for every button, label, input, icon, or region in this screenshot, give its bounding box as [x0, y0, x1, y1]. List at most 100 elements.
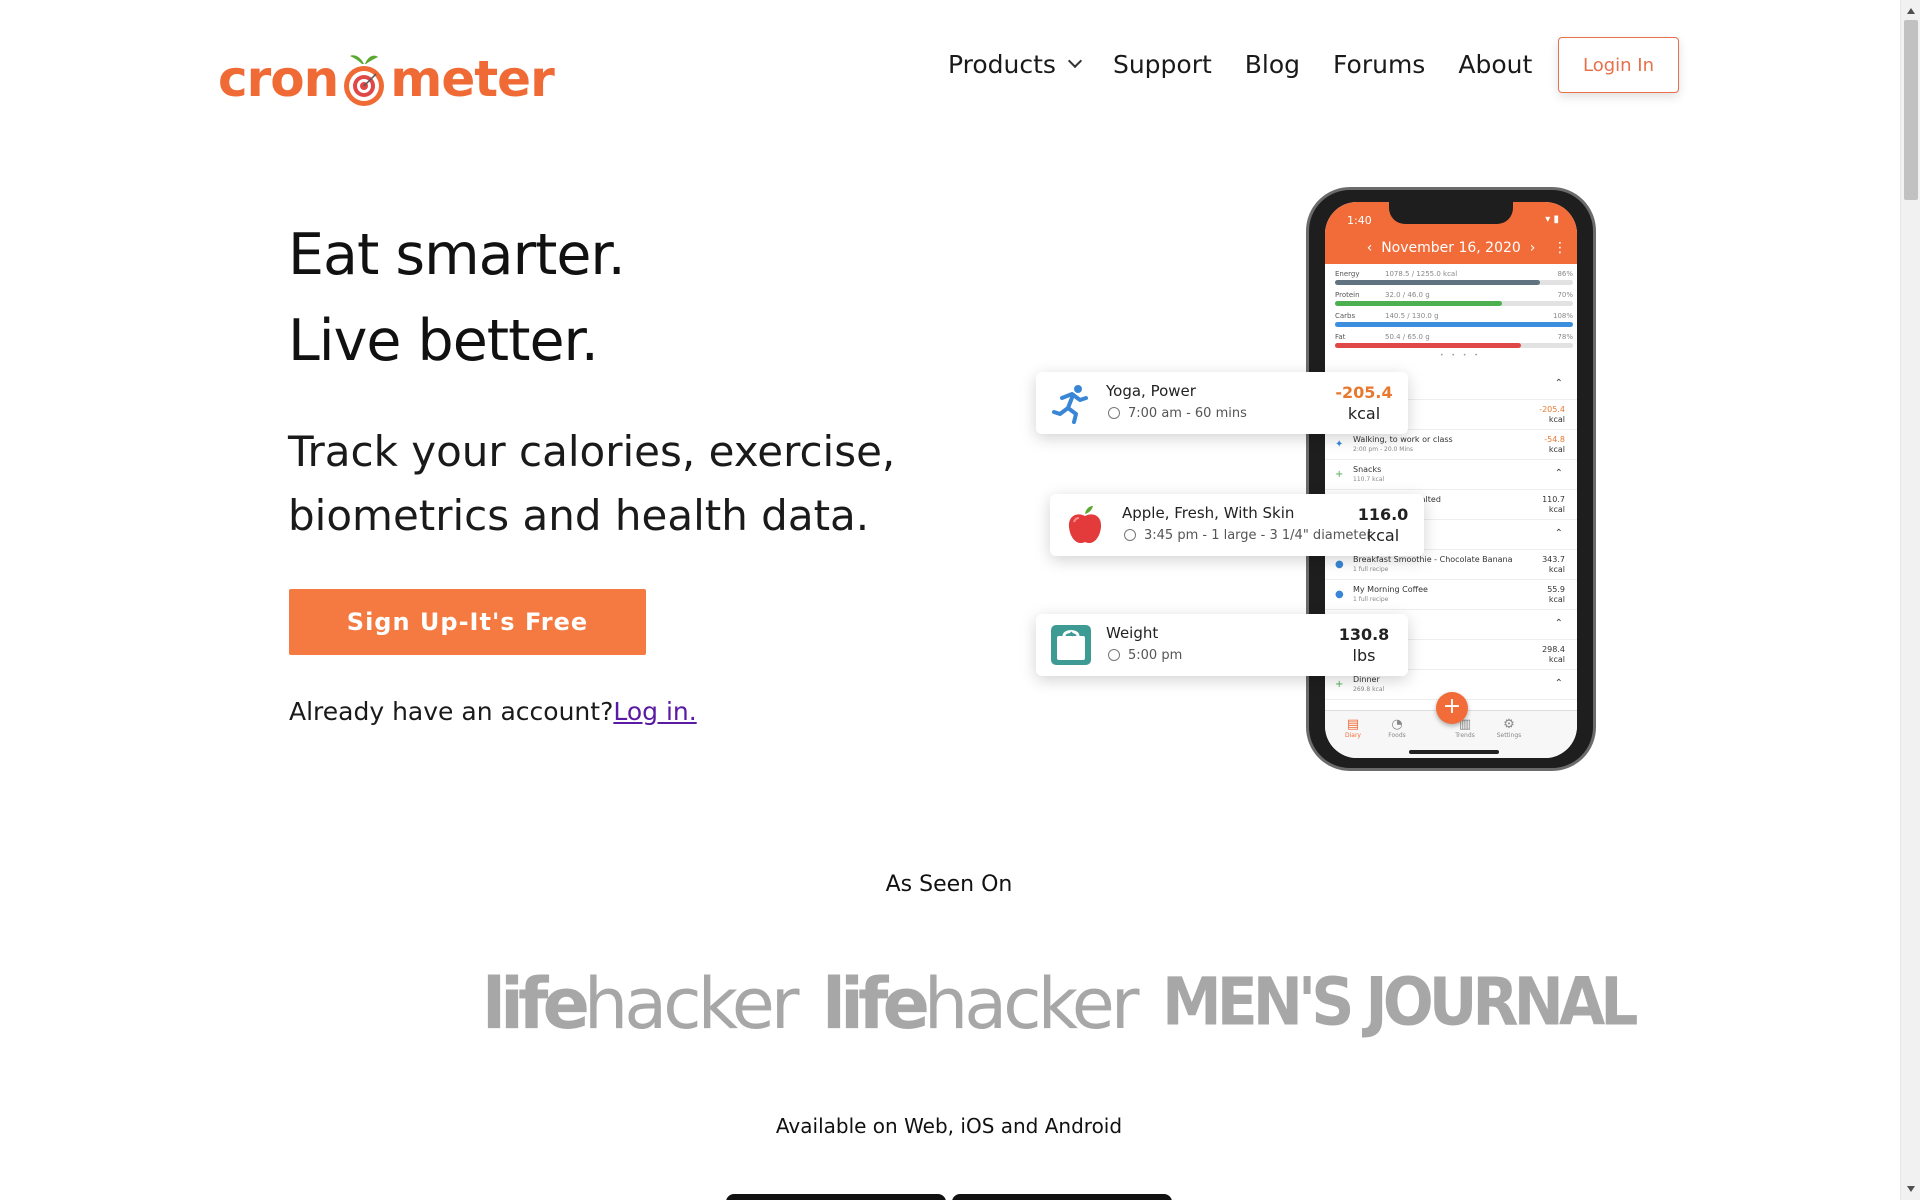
card-food-value: 116.0 kcal	[1348, 504, 1418, 546]
diary-row[interactable]: ● My Morning Coffee 1 full recipe 55.9 kcal	[1325, 580, 1577, 610]
target-label: Energy	[1335, 270, 1360, 278]
recipe-icon: ●	[1335, 559, 1344, 570]
diary-row-name: Snacks	[1353, 465, 1382, 474]
nav-forums[interactable]: Forums	[1333, 50, 1425, 79]
tab-foods[interactable]: ◔ Foods	[1377, 717, 1417, 739]
page-scrollbar[interactable]	[1900, 0, 1920, 1200]
scale-icon	[1051, 625, 1091, 665]
diary-row-name: Dinner	[1353, 675, 1380, 684]
nav-support[interactable]: Support	[1113, 50, 1212, 79]
nutrition-targets: Energy 1078.5 / 1255.0 kcal 86% Protein 32.0…	[1335, 270, 1573, 354]
card-biometric-sub: 5:00 pm	[1108, 648, 1182, 663]
nav-blog[interactable]: Blog	[1245, 50, 1300, 79]
target-percent: 70%	[1557, 291, 1573, 299]
availability-text: Available on Web, iOS and Android	[775, 1114, 1123, 1138]
login-link[interactable]: Log in.	[613, 697, 696, 726]
target-label: Fat	[1335, 333, 1346, 341]
collapse-caret-icon[interactable]: ⌃	[1555, 528, 1563, 539]
target-value: 1078.5 / 1255.0 kcal	[1385, 270, 1458, 278]
diary-row-name: My Morning Coffee	[1353, 585, 1428, 594]
diary-row-value: 55.9 kcal	[1547, 585, 1565, 604]
target-row: Fat 50.4 / 65.0 g 78%	[1335, 333, 1573, 354]
logo-text-end: meter	[390, 50, 554, 108]
diary-row-value: 298.4 kcal	[1542, 645, 1565, 664]
target-bar	[1335, 280, 1573, 285]
diary-date: November 16, 2020	[1381, 240, 1521, 256]
apple-icon	[1068, 506, 1102, 544]
diary-row-value: -54.8 kcal	[1544, 435, 1565, 454]
press-logo-part: life	[822, 963, 930, 1045]
logo-text-start: cron	[218, 50, 339, 108]
target-bar-fill	[1335, 301, 1502, 306]
scroll-down-arrow-icon[interactable]	[1907, 1186, 1915, 1192]
target-row: Energy 1078.5 / 1255.0 kcal 86%	[1335, 270, 1573, 291]
collapse-caret-icon[interactable]: ⌃	[1555, 468, 1563, 479]
target-percent: 86%	[1557, 270, 1573, 278]
card-biometric: Weight 5:00 pm 130.8 lbs	[1036, 614, 1408, 676]
card-exercise-unit: kcal	[1347, 404, 1381, 423]
cronometer-logo[interactable]: cron meter	[218, 34, 555, 108]
running-icon	[1052, 385, 1088, 424]
collapse-caret-icon[interactable]: ⌃	[1555, 678, 1563, 689]
pager-dots: • • • •	[1440, 352, 1481, 359]
card-biometric-time: 5:00 pm	[1128, 648, 1183, 663]
scrollbar-thumb[interactable]	[1904, 20, 1918, 200]
target-bar	[1335, 301, 1573, 306]
target-value: 50.4 / 65.0 g	[1385, 333, 1430, 341]
target-bar	[1335, 322, 1573, 327]
add-icon[interactable]: +	[1335, 469, 1343, 480]
card-biometric-name: Weight	[1106, 624, 1159, 642]
card-exercise-amount: -205.4	[1335, 383, 1393, 402]
target-label: Protein	[1335, 291, 1360, 299]
running-icon: ✦	[1335, 439, 1344, 450]
target-row: Carbs 140.5 / 130.0 g 108%	[1335, 312, 1573, 333]
nav-products-label: Products	[948, 49, 1056, 79]
logo-apple-target-icon	[340, 50, 388, 108]
add-entry-button[interactable]: +	[1436, 692, 1468, 724]
nav-products[interactable]: Products	[948, 49, 1083, 79]
scroll-up-arrow-icon[interactable]	[1907, 8, 1915, 14]
collapse-caret-icon[interactable]: ⌃	[1555, 378, 1563, 389]
target-percent: 78%	[1557, 333, 1573, 341]
diary-row-sub: 110.7 kcal	[1353, 476, 1385, 483]
clock-icon	[1124, 529, 1136, 541]
diary-row-value: 343.7 kcal	[1542, 555, 1565, 574]
more-menu-icon[interactable]: ⋮	[1553, 240, 1567, 256]
lifehacker-logo[interactable]: lifehacker	[822, 963, 1140, 1045]
tab-trends-label: Trends	[1455, 732, 1475, 739]
target-bar	[1335, 343, 1573, 348]
diary-row-sub: 1 full recipe	[1353, 566, 1389, 573]
tab-diary[interactable]: ▤ Diary	[1333, 717, 1373, 739]
lifehacker-logo[interactable]: lifehacker	[482, 963, 800, 1045]
press-logo-part: life	[482, 963, 590, 1045]
nav-about[interactable]: About	[1458, 50, 1532, 79]
home-indicator	[1409, 750, 1499, 754]
already-have-account: Already have an account?Log in.	[289, 697, 697, 726]
target-bar-fill	[1335, 343, 1521, 348]
signup-button[interactable]: Sign Up-It's Free	[289, 589, 646, 655]
diary-row-value: 110.7 kcal	[1542, 495, 1565, 514]
diary-group-row[interactable]: + Snacks 110.7 kcal ⌃	[1325, 460, 1577, 490]
next-day-icon[interactable]: ›	[1521, 240, 1536, 256]
store-badge[interactable]	[952, 1194, 1172, 1200]
gear-icon: ⚙	[1503, 717, 1515, 732]
add-icon[interactable]: +	[1335, 679, 1343, 690]
store-badge[interactable]	[726, 1194, 946, 1200]
diary-row[interactable]: ✦ Walking, to work or class 2:00 pm - 20.0…	[1325, 430, 1577, 460]
already-text: Already have an account?	[289, 697, 614, 726]
card-exercise: Yoga, Power 7:00 am - 60 mins -205.4 kca…	[1036, 372, 1408, 434]
target-bar-fill	[1335, 322, 1573, 327]
tab-settings[interactable]: ⚙ Settings	[1489, 717, 1529, 739]
diary-row-sub: 1 full recipe	[1353, 596, 1389, 603]
chevron-down-icon	[1067, 53, 1083, 69]
collapse-caret-icon[interactable]: ⌃	[1555, 618, 1563, 629]
tab-foods-label: Foods	[1388, 732, 1406, 739]
login-button[interactable]: Login In	[1558, 37, 1679, 93]
status-icons: ▾ ▮	[1545, 214, 1559, 225]
apple-icon: ◔	[1391, 717, 1403, 732]
card-food-name: Apple, Fresh, With Skin	[1122, 504, 1295, 522]
card-exercise-time: 7:00 am - 60 mins	[1128, 406, 1247, 421]
prev-day-icon[interactable]: ‹	[1367, 240, 1382, 256]
mens-journal-logo[interactable]: MEN'S JOURNAL	[1162, 964, 1639, 1052]
date-selector[interactable]: ‹ November 16, 2020 › ⋮	[1325, 240, 1577, 256]
